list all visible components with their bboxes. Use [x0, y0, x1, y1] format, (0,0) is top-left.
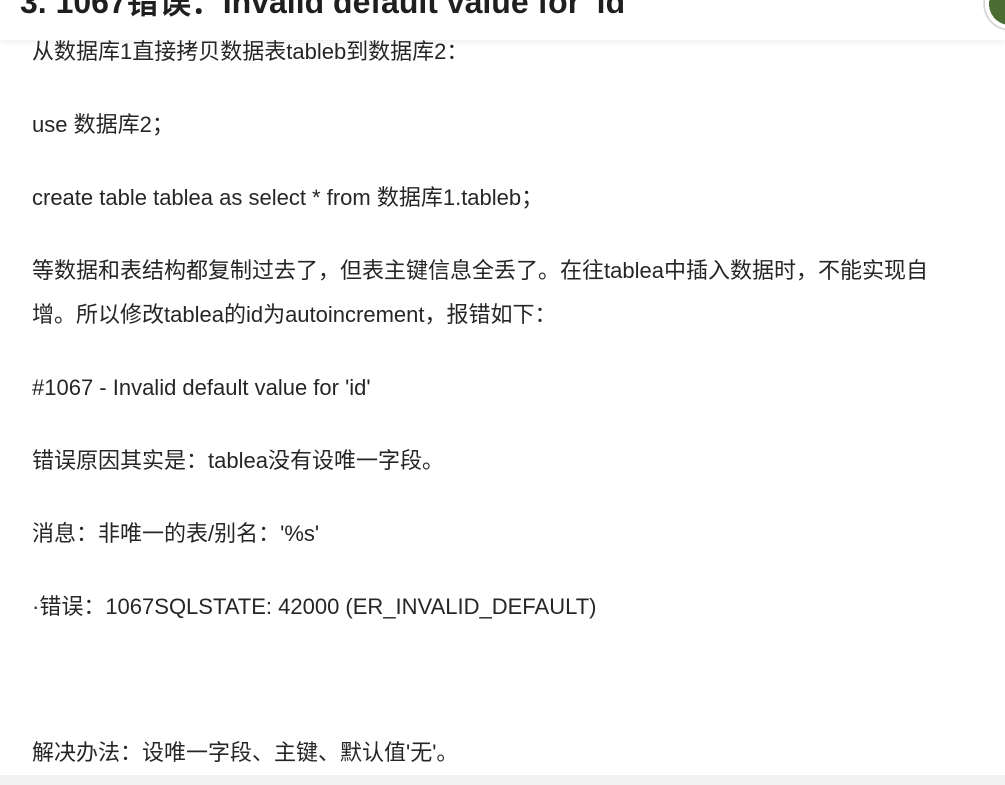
- article-header: 3. 1067错误：Invalid default value for 'id': [0, 0, 1005, 40]
- paragraph-error-message: #1067 - Invalid default value for 'id': [32, 375, 371, 400]
- user-avatar-icon[interactable]: [978, 0, 1005, 34]
- paragraph-solution: 解决办法：设唯一字段、主键、默认值'无'。: [32, 740, 459, 765]
- paragraph-problem: 等数据和表结构都复制过去了，但表主键信息全丢了。在往tablea中插入数据时，不…: [32, 249, 1005, 337]
- paragraph-sql-create: create table tablea as select * from 数据库…: [32, 185, 544, 210]
- article-body: 从数据库1直接拷贝数据表tableb到数据库2： use 数据库2； creat…: [32, 30, 1005, 775]
- paragraph-cause: 错误原因其实是：tablea没有设唯一字段。: [32, 448, 444, 473]
- paragraph-message: 消息：非唯一的表/别名：'%s': [32, 521, 320, 546]
- paragraph-error-code: ·错误：1067SQLSTATE: 42000 (ER_INVALID_DEFA…: [32, 594, 597, 619]
- next-section-strip: [0, 775, 1005, 785]
- paragraph-problem-line: 增。所以修改tablea的id为autoincrement，报错如下：: [32, 302, 557, 327]
- paragraph-problem-line: 等数据和表结构都复制过去了，但表主键信息全丢了。在往tablea中插入数据时，不…: [32, 258, 928, 283]
- article-title: 3. 1067错误：Invalid default value for 'id': [20, 0, 633, 20]
- paragraph-sql-use: use 数据库2；: [32, 112, 174, 137]
